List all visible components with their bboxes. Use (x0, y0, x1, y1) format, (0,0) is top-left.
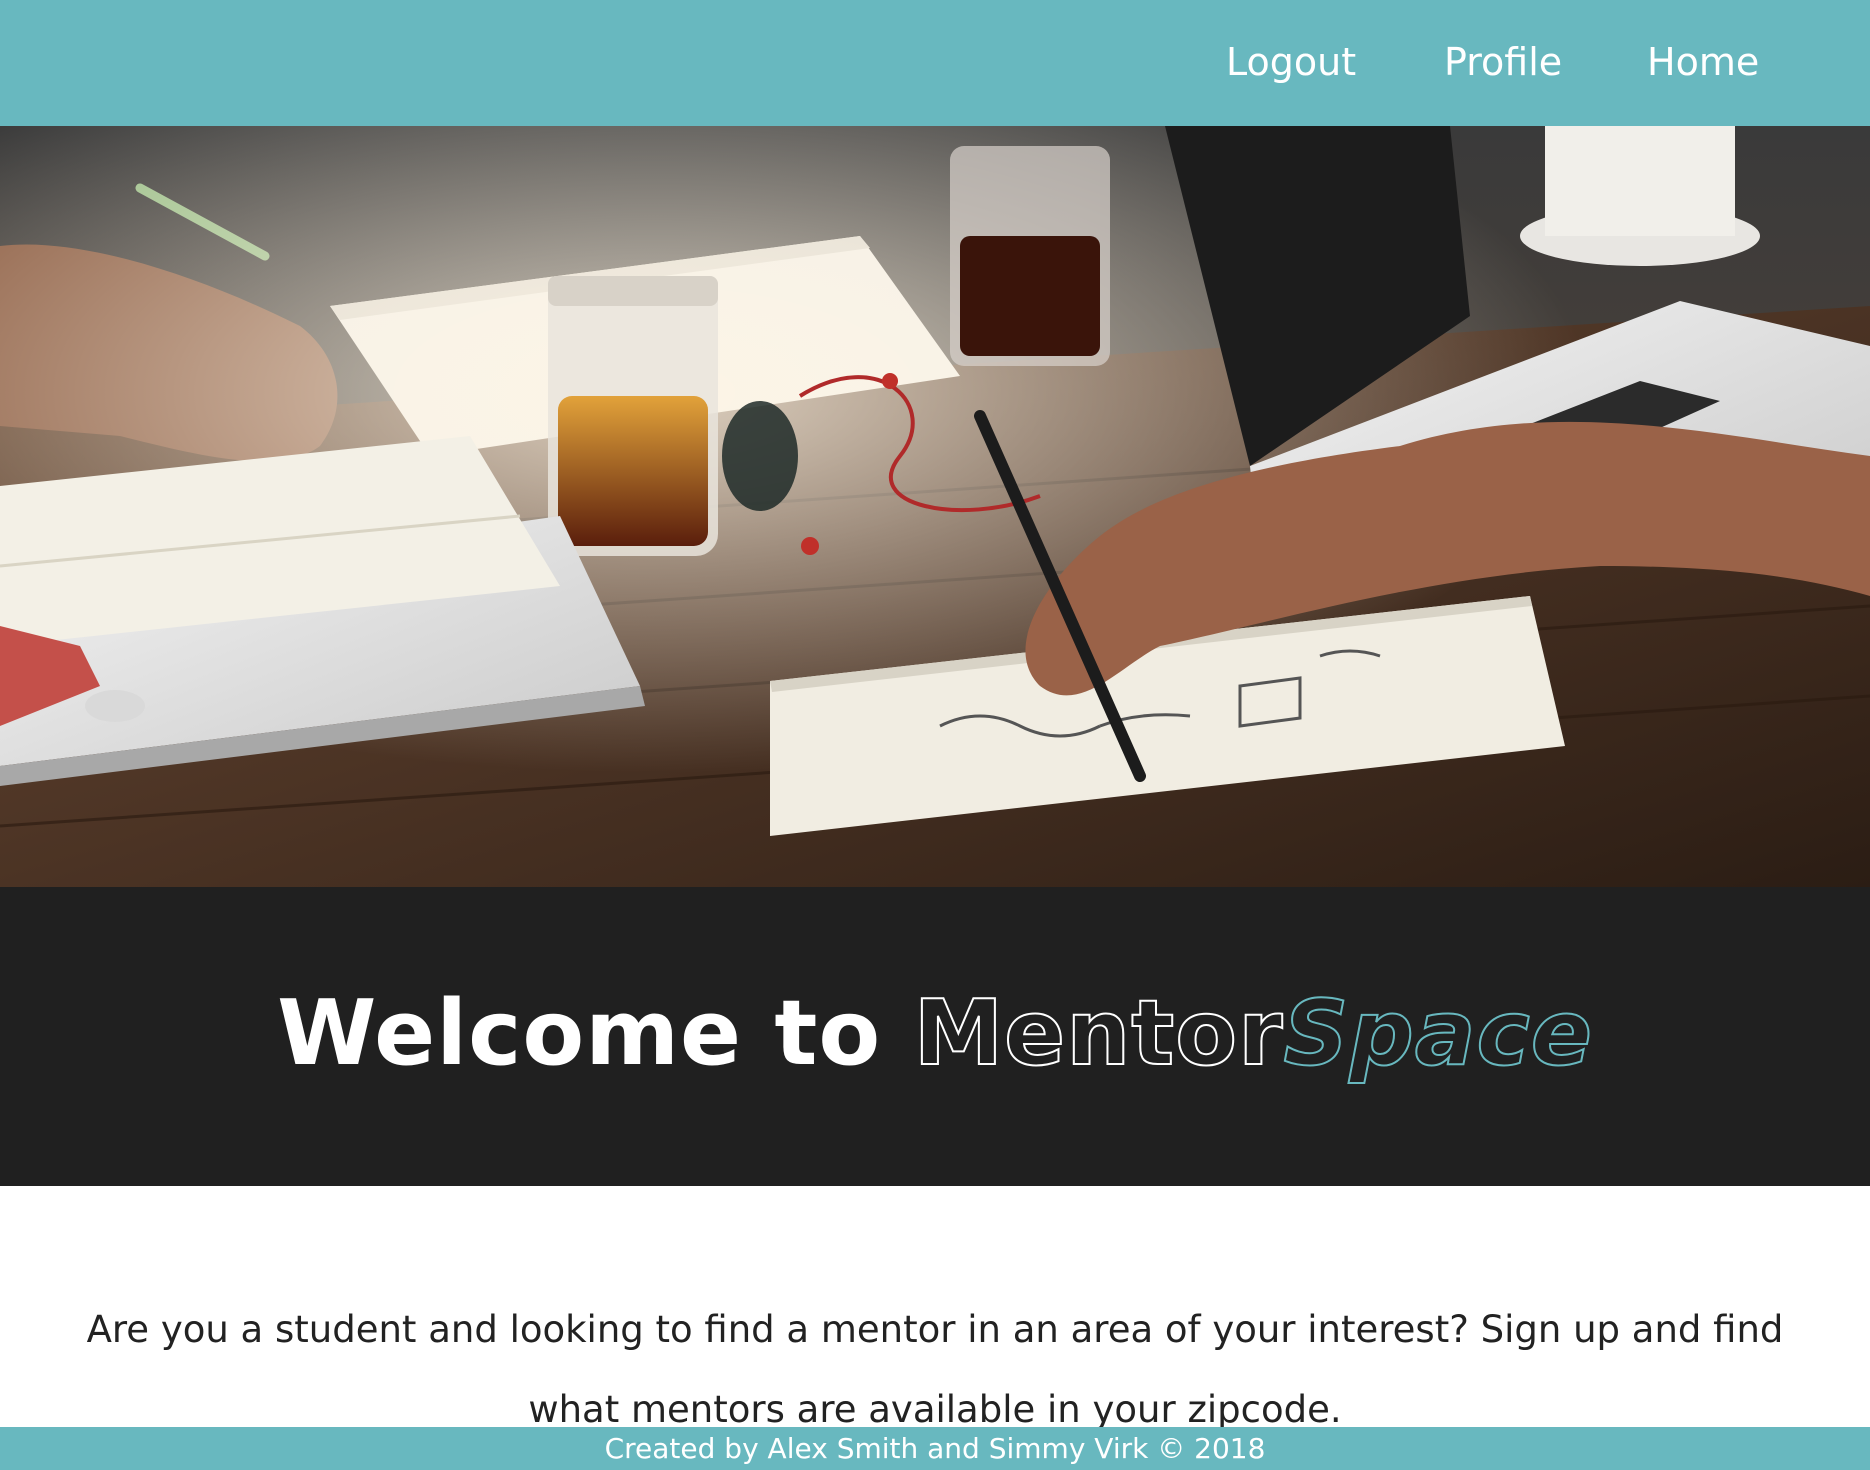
welcome-prefix: Welcome to (277, 981, 914, 1086)
nav-profile-link[interactable]: Profile (1444, 32, 1562, 92)
footer: Created by Alex Smith and Simmy Virk © 2… (0, 1427, 1870, 1470)
top-navbar: Logout Profile Home (0, 0, 1870, 126)
page: Logout Profile Home Welcome to MentorSpa… (0, 0, 1870, 1470)
hero-image (0, 126, 1870, 887)
nav-home-link[interactable]: Home (1647, 32, 1759, 92)
intro-text: Are you a student and looking to find a … (86, 1308, 1784, 1431)
hero-photo-illustration (0, 126, 1870, 887)
welcome-band: Welcome to MentorSpace (0, 887, 1870, 1186)
footer-credits: Created by Alex Smith and Simmy Virk © 2… (604, 1432, 1266, 1465)
brand-name-mentor: Mentor (913, 980, 1284, 1087)
brand-name-space: Space (1283, 980, 1593, 1087)
nav-logout-link[interactable]: Logout (1226, 32, 1356, 92)
welcome-heading: Welcome to MentorSpace (0, 979, 1870, 1089)
